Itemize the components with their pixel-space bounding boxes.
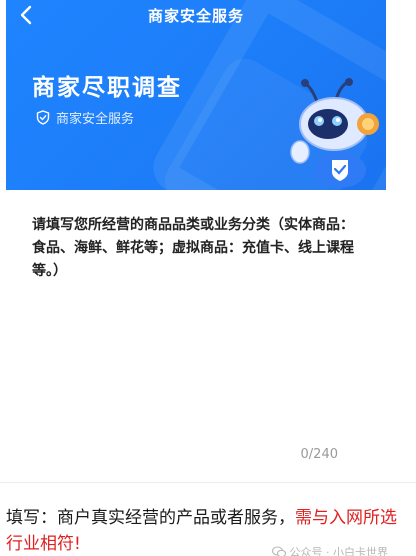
hero-subtitle-text: 商家安全服务 xyxy=(56,112,135,127)
page-title: 商家安全服务 xyxy=(147,7,244,25)
shield-check-icon xyxy=(36,110,50,125)
business-category-textarea[interactable]: 请填写您所经营的商品品类或业务分类（实体商品：食品、海鲜、鲜花等；虚拟商品：充值… xyxy=(6,196,386,480)
watermark-text: 公众号 · 小白卡世界 xyxy=(289,546,389,556)
watermark: 公众号 · 小白卡世界 xyxy=(271,544,389,556)
hero-subtitle: 商家安全服务 xyxy=(36,108,134,127)
char-counter: 0/240 xyxy=(300,447,338,462)
caption-text: 填写：商户真实经营的产品或者服务， xyxy=(6,508,295,528)
robot-mascot-illustration xyxy=(290,78,379,188)
header-banner: 商家安全服务 商家尽职调查 商家安全服务 xyxy=(6,0,386,190)
divider xyxy=(0,482,416,483)
nav-bar: 商家安全服务 xyxy=(6,0,386,30)
hero-title: 商家尽职调查 xyxy=(32,75,182,101)
wechat-icon xyxy=(271,546,286,556)
textarea-placeholder: 请填写您所经营的商品品类或业务分类（实体商品：食品、海鲜、鲜花等；虚拟商品：充值… xyxy=(32,217,354,279)
